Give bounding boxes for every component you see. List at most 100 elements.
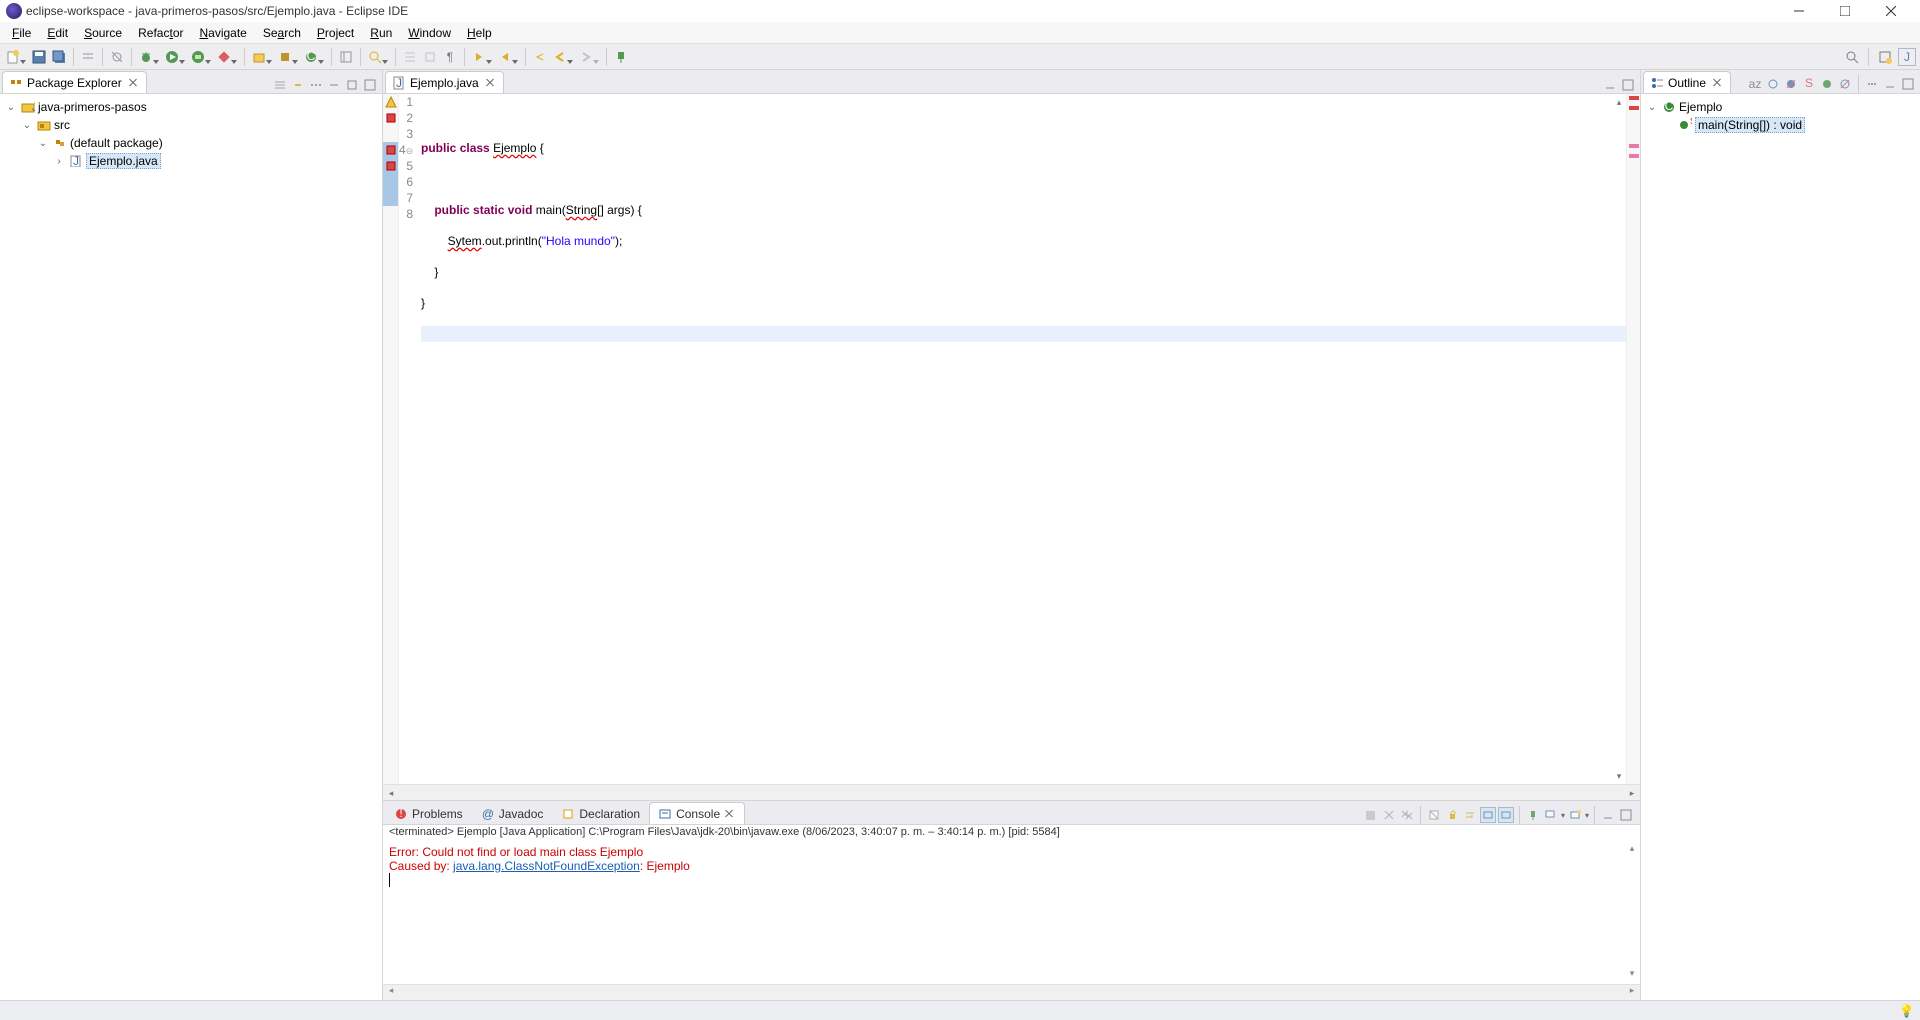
- error-icon[interactable]: [383, 158, 398, 174]
- toggle-breadcrumb-button[interactable]: [79, 48, 97, 66]
- show-console-on-error-button[interactable]: [1498, 807, 1514, 823]
- tip-icon[interactable]: 💡: [1899, 1004, 1914, 1018]
- show-whitespace-button[interactable]: ¶: [441, 48, 459, 66]
- new-java-project-button[interactable]: [250, 48, 268, 66]
- save-all-button[interactable]: [50, 48, 68, 66]
- last-edit-location-button[interactable]: [531, 48, 549, 66]
- filters-button[interactable]: [308, 77, 324, 93]
- outline-tree[interactable]: ⌄ C Ejemplo s main(String[]) : void: [1641, 94, 1920, 1000]
- clear-console-button[interactable]: [1426, 807, 1442, 823]
- package-explorer-tab[interactable]: Package Explorer: [2, 71, 147, 93]
- maximize-editor-button[interactable]: [1620, 77, 1636, 93]
- warning-icon[interactable]: [383, 94, 398, 110]
- forward-button[interactable]: [577, 48, 595, 66]
- run-last-tool-button[interactable]: [215, 48, 233, 66]
- hide-static-button[interactable]: S: [1801, 76, 1817, 92]
- outline-class[interactable]: ⌄ C Ejemplo: [1643, 98, 1918, 116]
- close-icon[interactable]: [128, 77, 140, 89]
- expand-toggle-icon[interactable]: ⌄: [36, 138, 50, 149]
- editor-marker-gutter[interactable]: [383, 94, 399, 784]
- new-class-button[interactable]: C: [302, 48, 320, 66]
- menu-window[interactable]: Window: [400, 24, 459, 42]
- quick-access-button[interactable]: [1843, 48, 1861, 66]
- maximize-view-button[interactable]: [362, 77, 378, 93]
- menu-file[interactable]: File: [4, 24, 39, 42]
- remove-launch-button[interactable]: [1381, 807, 1397, 823]
- minimize-view-button[interactable]: [344, 77, 360, 93]
- pin-editor-button[interactable]: [612, 48, 630, 66]
- tab-javadoc[interactable]: @ Javadoc: [472, 802, 553, 824]
- focus-on-active-button[interactable]: [1765, 76, 1781, 92]
- view-menu-button[interactable]: [326, 77, 342, 93]
- close-icon[interactable]: [724, 808, 736, 820]
- back-button[interactable]: [551, 48, 569, 66]
- console-vertical-scrollbar[interactable]: ▴ ▾: [1624, 843, 1640, 984]
- tree-project[interactable]: ⌄ J java-primeros-pasos: [2, 98, 380, 116]
- tab-console[interactable]: Console: [649, 802, 745, 824]
- window-close-button[interactable]: [1868, 0, 1914, 22]
- word-wrap-button[interactable]: [1462, 807, 1478, 823]
- menu-source[interactable]: Source: [76, 24, 130, 42]
- window-maximize-button[interactable]: [1822, 0, 1868, 22]
- coverage-button[interactable]: [189, 48, 207, 66]
- tree-package[interactable]: ⌄ (default package): [2, 134, 380, 152]
- menu-project[interactable]: Project: [309, 24, 362, 42]
- skip-breakpoints-button[interactable]: [108, 48, 126, 66]
- search-button[interactable]: [366, 48, 384, 66]
- error-icon[interactable]: [383, 110, 398, 126]
- tab-declaration[interactable]: Declaration: [552, 802, 649, 824]
- open-type-button[interactable]: [337, 48, 355, 66]
- hide-fields-button[interactable]: [1783, 76, 1799, 92]
- collapse-all-button[interactable]: [272, 77, 288, 93]
- hide-non-public-button[interactable]: [1819, 76, 1835, 92]
- menu-navigate[interactable]: Navigate: [191, 24, 254, 42]
- open-perspective-button[interactable]: [1876, 48, 1894, 66]
- minimize-bottom-button[interactable]: [1600, 807, 1616, 823]
- console-horizontal-scrollbar[interactable]: ◂ ▸: [383, 984, 1640, 1000]
- view-menu-button[interactable]: [1864, 76, 1880, 92]
- toggle-block-selection-button[interactable]: [421, 48, 439, 66]
- maximize-view-button[interactable]: [1900, 76, 1916, 92]
- editor-horizontal-scrollbar[interactable]: ◂▸: [383, 784, 1640, 800]
- editor-body[interactable]: 1234⊖5678 public class Ejemplo { public …: [383, 94, 1640, 784]
- toggle-mark-occurrences-button[interactable]: [401, 48, 419, 66]
- debug-button[interactable]: [137, 48, 155, 66]
- open-console-button[interactable]: [1567, 807, 1583, 823]
- menu-search[interactable]: Search: [255, 24, 309, 42]
- java-perspective-button[interactable]: J: [1898, 48, 1916, 66]
- close-icon[interactable]: [485, 77, 497, 89]
- editor-tab[interactable]: J Ejemplo.java: [385, 71, 504, 93]
- menu-edit[interactable]: Edit: [39, 24, 76, 42]
- new-package-button[interactable]: [276, 48, 294, 66]
- run-button[interactable]: [163, 48, 181, 66]
- menu-help[interactable]: Help: [459, 24, 500, 42]
- expand-toggle-icon[interactable]: ⌄: [1645, 102, 1659, 113]
- window-minimize-button[interactable]: [1776, 0, 1822, 22]
- exception-link[interactable]: java.lang.ClassNotFoundException: [453, 859, 640, 873]
- pin-console-button[interactable]: [1525, 807, 1541, 823]
- hide-local-types-button[interactable]: [1837, 76, 1853, 92]
- prev-annotation-button[interactable]: [496, 48, 514, 66]
- terminate-button[interactable]: [1363, 807, 1379, 823]
- console-output[interactable]: Error: Could not find or load main class…: [383, 843, 1640, 984]
- scroll-lock-button[interactable]: [1444, 807, 1460, 823]
- minimize-view-button[interactable]: [1882, 76, 1898, 92]
- minimize-editor-button[interactable]: [1602, 77, 1618, 93]
- save-button[interactable]: [30, 48, 48, 66]
- editor-vertical-scrollbar[interactable]: ▴▾: [1611, 94, 1627, 784]
- show-console-on-output-button[interactable]: [1480, 807, 1496, 823]
- outline-method[interactable]: s main(String[]) : void: [1643, 116, 1918, 134]
- tree-file[interactable]: › J Ejemplo.java: [2, 152, 380, 170]
- tab-problems[interactable]: ! Problems: [385, 802, 472, 824]
- expand-toggle-icon[interactable]: ⌄: [20, 120, 34, 131]
- close-icon[interactable]: [1712, 77, 1724, 89]
- editor-overview-ruler[interactable]: [1626, 94, 1640, 784]
- menu-refactor[interactable]: Refactor: [130, 24, 191, 42]
- editor-code[interactable]: public class Ejemplo { public static voi…: [417, 94, 1626, 784]
- outline-tab[interactable]: Outline: [1643, 71, 1731, 93]
- expand-toggle-icon[interactable]: ⌄: [4, 102, 18, 113]
- display-selected-console-button[interactable]: [1543, 807, 1559, 823]
- remove-all-terminated-button[interactable]: [1399, 807, 1415, 823]
- sort-button[interactable]: az: [1747, 76, 1763, 92]
- maximize-bottom-button[interactable]: [1618, 807, 1634, 823]
